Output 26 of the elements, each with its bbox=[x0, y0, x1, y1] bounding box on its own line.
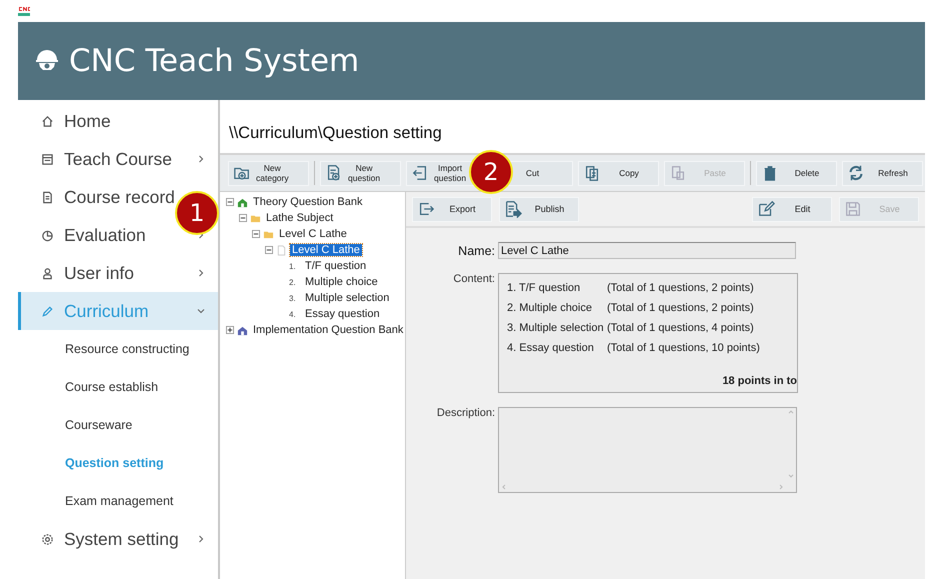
field-label: Content: bbox=[452, 273, 495, 285]
question-number: 3. bbox=[289, 294, 297, 302]
question-number: 1. bbox=[289, 262, 297, 270]
callout-tooltip: 1 bbox=[175, 191, 219, 235]
content-summary: (Total of 1 questions, 2 points) bbox=[607, 302, 754, 316]
nav-label: User info bbox=[64, 262, 136, 284]
content-item: 1. T/F question bbox=[507, 282, 582, 296]
question-number: 4. bbox=[289, 310, 297, 318]
nav-label: Course record bbox=[64, 186, 176, 208]
field-label: Description: bbox=[436, 407, 495, 419]
app-title: CNC Teach System bbox=[69, 43, 360, 79]
content-summary: (Total of 1 questions, 4 points) bbox=[607, 322, 754, 336]
nav-label: Evaluation bbox=[64, 224, 147, 246]
content-item: 3. Multiple selection bbox=[507, 322, 605, 336]
question-number: 2. bbox=[289, 278, 297, 286]
nav-label: Home bbox=[64, 110, 112, 132]
content-summary: (Total of 1 questions, 2 points) bbox=[607, 282, 754, 296]
content-summary: (Total of 1 questions, 10 points) bbox=[607, 342, 760, 356]
nav-label: Curriculum bbox=[64, 300, 150, 322]
nav-label: Teach Course bbox=[64, 148, 173, 170]
field-label: Name: bbox=[457, 244, 495, 258]
breadcrumb-path: \\Curriculum\Question setting bbox=[229, 124, 442, 143]
content-item: 4. Essay question bbox=[507, 342, 595, 356]
nav-label: System setting bbox=[64, 528, 180, 550]
content-item: 2. Multiple choice bbox=[507, 302, 593, 316]
points-total: 18 points in to bbox=[722, 375, 797, 387]
